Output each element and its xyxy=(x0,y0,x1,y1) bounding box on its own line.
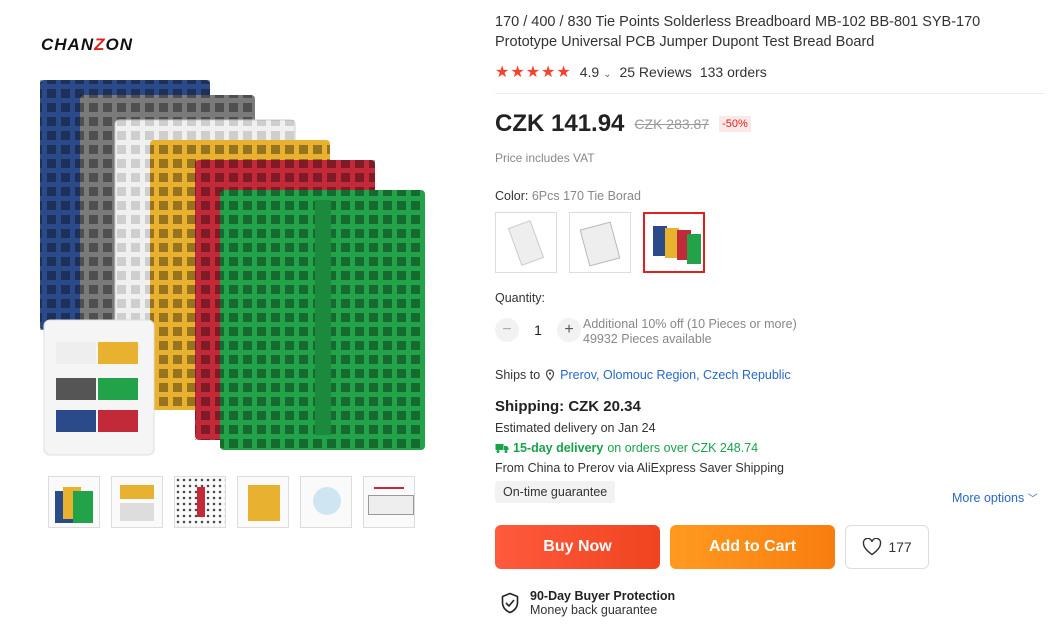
thumbnail-strip xyxy=(48,476,415,528)
product-title: 170 / 400 / 830 Tie Points Solderless Br… xyxy=(495,14,981,50)
protection-title: 90-Day Buyer Protection xyxy=(530,589,676,603)
divider xyxy=(495,93,1045,94)
quantity-label: Quantity: xyxy=(495,291,546,305)
quantity-stepper: − 1 + xyxy=(495,318,581,342)
quantity-minus-button[interactable]: − xyxy=(495,318,519,342)
add-to-cart-button[interactable]: Add to Cart xyxy=(670,525,835,569)
color-option-1[interactable] xyxy=(495,212,557,273)
original-price: CZK 283.87 xyxy=(634,116,710,132)
color-label: Color: 6Pcs 170 Tie Borad xyxy=(495,189,641,203)
color-option-2[interactable] xyxy=(569,212,631,273)
truck-icon xyxy=(495,443,509,453)
brand-logo: CHANZON xyxy=(41,35,133,54)
location-pin-icon xyxy=(546,369,555,381)
color-swatches xyxy=(495,212,705,273)
wishlist-button[interactable]: 177 xyxy=(845,525,929,569)
stock-available: 49932 Pieces available xyxy=(583,332,712,346)
shipping-cost: Shipping: CZK 20.34 xyxy=(495,398,641,415)
buy-now-button[interactable]: Buy Now xyxy=(495,525,660,569)
shipping-route: From China to Prerov via AliExpress Save… xyxy=(495,461,785,475)
chevron-down-icon: ⌄ xyxy=(603,69,612,80)
chevron-down-icon: ﹀ xyxy=(1027,494,1038,505)
rating-value[interactable]: 4.9 ⌄ xyxy=(580,64,612,80)
thumbnail-2[interactable] xyxy=(111,476,163,528)
rating-row: ★★★★★ 4.9 ⌄ 25 Reviews 133 orders xyxy=(495,62,767,82)
shield-check-icon xyxy=(501,592,519,614)
protection-subtitle: Money back guarantee xyxy=(530,603,658,617)
main-product-image[interactable] xyxy=(30,30,450,470)
thumbnail-5[interactable] xyxy=(300,476,352,528)
on-time-guarantee-badge: On-time guarantee xyxy=(495,481,616,503)
thumbnail-1[interactable] xyxy=(48,476,100,528)
orders-count: 133 orders xyxy=(699,64,767,80)
thumbnail-3[interactable] xyxy=(174,476,226,528)
more-options-link[interactable]: More options ﹀ xyxy=(952,490,1038,505)
reviews-link[interactable]: 25 Reviews xyxy=(619,64,691,80)
quantity-plus-button[interactable]: + xyxy=(557,318,581,342)
fast-delivery: 15-day delivery on orders over CZK 248.74 xyxy=(495,441,758,455)
vat-note: Price includes VAT xyxy=(495,151,595,165)
selected-color: 6Pcs 170 Tie Borad xyxy=(531,189,641,203)
ships-to-row: Ships to Prerov, Olomouc Region, Czech R… xyxy=(495,368,791,382)
thumbnail-6[interactable] xyxy=(363,476,415,528)
ships-to-location-link[interactable]: Prerov, Olomouc Region, Czech Republic xyxy=(560,368,790,382)
heart-icon xyxy=(863,538,882,556)
quantity-value[interactable]: 1 xyxy=(531,322,545,338)
buyer-protection: 90-Day Buyer Protection Money back guara… xyxy=(500,589,675,617)
wishlist-count: 177 xyxy=(888,539,912,555)
delivery-date: Jan 24 xyxy=(618,421,656,435)
color-option-3[interactable] xyxy=(643,212,705,273)
price-row: CZK 141.94 CZK 283.87 -50% xyxy=(495,110,751,138)
rating-stars-icon: ★★★★★ xyxy=(495,64,572,81)
bulk-offer: Additional 10% off (10 Pieces or more) xyxy=(583,317,797,331)
current-price: CZK 141.94 xyxy=(495,110,625,137)
estimated-delivery: Estimated delivery on Jan 24 xyxy=(495,421,656,435)
quantity-info: Additional 10% off (10 Pieces or more) 4… xyxy=(583,317,797,347)
thumbnail-4[interactable] xyxy=(237,476,289,528)
discount-badge: -50% xyxy=(719,116,751,132)
